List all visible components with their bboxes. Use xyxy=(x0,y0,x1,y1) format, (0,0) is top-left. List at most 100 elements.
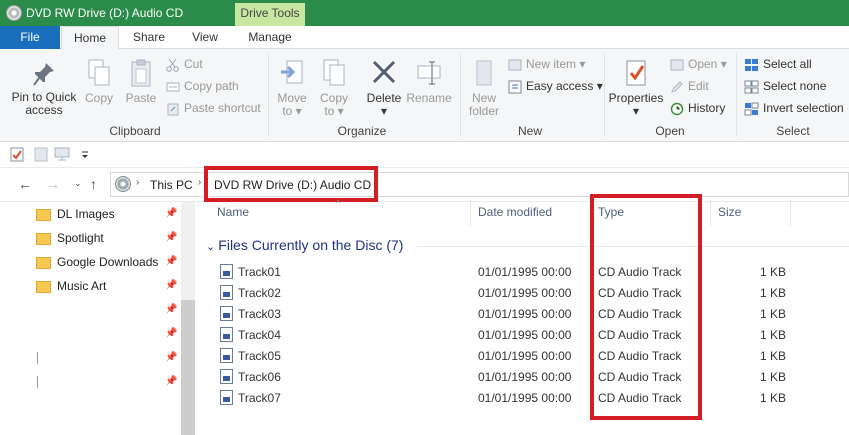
tab-view[interactable]: View xyxy=(180,26,230,49)
scissors-icon xyxy=(166,58,179,72)
table-row[interactable]: Track03 01/01/1995 00:00 CD Audio Track … xyxy=(214,304,849,325)
nav-pane-scroll-thumb[interactable] xyxy=(181,300,195,435)
rename-button[interactable]: Rename xyxy=(406,58,452,105)
column-divider[interactable] xyxy=(790,202,791,226)
new-folder-button[interactable]: New folder xyxy=(464,58,504,118)
ribbon-separator xyxy=(736,53,737,137)
breadcrumb-this-pc[interactable]: This PC xyxy=(150,178,193,192)
move-to-icon xyxy=(281,60,303,84)
breadcrumb-chevron-icon[interactable]: › xyxy=(198,177,201,188)
nav-item-music-art[interactable]: Music Art xyxy=(36,276,106,296)
select-all-button[interactable]: Select all xyxy=(744,55,812,73)
pin-label-line1: Pin to Quick xyxy=(11,90,77,104)
nav-item-dl-images[interactable]: DL Images xyxy=(36,204,115,224)
ribbon: Pin to Quick access Copy Paste Cut Copy … xyxy=(0,49,849,142)
copy-to-label-line2: to xyxy=(324,104,335,118)
column-header-size[interactable]: Size xyxy=(718,205,741,219)
easy-access-button[interactable]: Easy access ▾ xyxy=(508,77,603,95)
network-qat-icon[interactable] xyxy=(54,147,70,162)
group-label-organize: Organize xyxy=(337,124,387,138)
nav-item-spotlight[interactable]: Spotlight xyxy=(36,228,104,248)
file-date: 01/01/1995 00:00 xyxy=(478,286,572,300)
easy-access-label: Easy access xyxy=(526,79,594,93)
pin-to-quick-access-button[interactable]: Pin to Quick access xyxy=(8,61,80,117)
table-row[interactable]: Track07 01/01/1995 00:00 CD Audio Track … xyxy=(214,388,849,409)
up-arrow-icon[interactable]: ↑ xyxy=(90,176,97,192)
cut-button[interactable]: Cut xyxy=(166,55,203,73)
nav-item-google-downloads[interactable]: Google Downloads xyxy=(36,252,158,272)
tab-share[interactable]: Share xyxy=(123,26,175,49)
file-date: 01/01/1995 00:00 xyxy=(478,391,572,405)
history-button[interactable]: History xyxy=(670,99,725,117)
sort-ascending-icon: ^ xyxy=(336,198,341,208)
column-divider[interactable] xyxy=(470,202,471,226)
copy-to-button[interactable]: Copy to ▾ xyxy=(316,58,352,118)
copy-icon xyxy=(88,59,110,86)
edit-button[interactable]: Edit xyxy=(670,77,709,95)
folder-icon xyxy=(36,232,51,245)
history-clock-icon xyxy=(670,102,684,116)
file-name: Track06 xyxy=(238,370,281,384)
new-item-button[interactable]: New item ▾ xyxy=(508,55,585,73)
group-collapse-chevron-icon[interactable]: ⌄ xyxy=(206,241,218,253)
navigation-bar: ← → ⌄ ↑ › This PC › DVD RW Drive (D:) Au… xyxy=(0,168,849,202)
column-header-date-modified[interactable]: Date modified xyxy=(478,205,552,219)
customize-qat-dropdown-icon[interactable] xyxy=(80,150,90,160)
open-button[interactable]: Open ▾ xyxy=(670,55,727,73)
column-header-name[interactable]: Name xyxy=(217,205,249,219)
file-size: 1 KB xyxy=(760,391,787,405)
delete-label: Delete xyxy=(366,91,402,105)
copy-label: Copy xyxy=(84,91,113,105)
table-row[interactable]: Track05 01/01/1995 00:00 CD Audio Track … xyxy=(214,346,849,367)
nav-item-marker xyxy=(37,376,38,388)
audio-track-file-icon xyxy=(220,348,233,363)
select-all-label: Select all xyxy=(763,57,812,71)
pin-icon: 📌 xyxy=(165,208,178,219)
breadcrumb-chevron-icon[interactable]: › xyxy=(136,177,139,188)
edit-pencil-icon xyxy=(671,81,683,93)
tab-file[interactable]: File xyxy=(0,26,60,49)
select-none-button[interactable]: Select none xyxy=(744,77,826,95)
table-row[interactable]: Track02 01/01/1995 00:00 CD Audio Track … xyxy=(214,283,849,304)
pin-icon: 📌 xyxy=(165,304,178,315)
folder-icon xyxy=(36,280,51,293)
invert-selection-icon xyxy=(744,102,759,116)
table-row[interactable]: Track06 01/01/1995 00:00 CD Audio Track … xyxy=(214,367,849,388)
paste-button[interactable]: Paste xyxy=(124,58,158,105)
audio-track-file-icon xyxy=(220,285,233,300)
tab-home[interactable]: Home xyxy=(61,26,119,50)
edit-label: Edit xyxy=(688,79,709,93)
group-header-label: Files Currently on the Disc (7) xyxy=(218,237,404,253)
back-arrow-icon[interactable]: ← xyxy=(18,176,32,192)
new-item-icon xyxy=(508,59,522,71)
tab-manage[interactable]: Manage xyxy=(236,26,304,49)
copy-path-button[interactable]: Copy path xyxy=(166,77,239,95)
nav-item-label: DL Images xyxy=(57,207,115,221)
new-folder-label-line2: folder xyxy=(468,104,500,118)
recent-locations-chevron-icon[interactable]: ⌄ xyxy=(74,178,82,189)
table-row[interactable]: Track01 01/01/1995 00:00 CD Audio Track … xyxy=(214,262,849,283)
group-header[interactable]: ⌄ Files Currently on the Disc (7) xyxy=(206,237,403,253)
move-to-button[interactable]: Move to ▾ xyxy=(274,58,310,118)
paste-shortcut-label: Paste shortcut xyxy=(184,101,261,115)
folder-icon xyxy=(36,256,51,269)
file-size: 1 KB xyxy=(760,307,787,321)
column-divider[interactable] xyxy=(710,202,711,226)
file-date: 01/01/1995 00:00 xyxy=(478,328,572,342)
audio-track-file-icon xyxy=(220,306,233,321)
table-row[interactable]: Track04 01/01/1995 00:00 CD Audio Track … xyxy=(214,325,849,346)
properties-button[interactable]: Properties ▾ xyxy=(608,58,664,118)
nav-item-label: Spotlight xyxy=(57,231,104,245)
invert-selection-button[interactable]: Invert selection xyxy=(744,99,844,117)
properties-qat-icon[interactable] xyxy=(10,147,24,162)
rename-icon xyxy=(417,61,441,85)
delete-button[interactable]: Delete ▾ xyxy=(364,58,404,118)
nav-item-label: Music Art xyxy=(57,279,107,293)
cd-drive-icon[interactable] xyxy=(6,5,22,21)
highlight-box-type-column xyxy=(590,194,702,420)
copy-path-label: Copy path xyxy=(184,79,239,93)
new-folder-qat-icon[interactable] xyxy=(34,147,48,162)
forward-arrow-icon[interactable]: → xyxy=(46,176,60,192)
copy-button[interactable]: Copy xyxy=(82,58,116,105)
paste-shortcut-button[interactable]: Paste shortcut xyxy=(166,99,261,117)
